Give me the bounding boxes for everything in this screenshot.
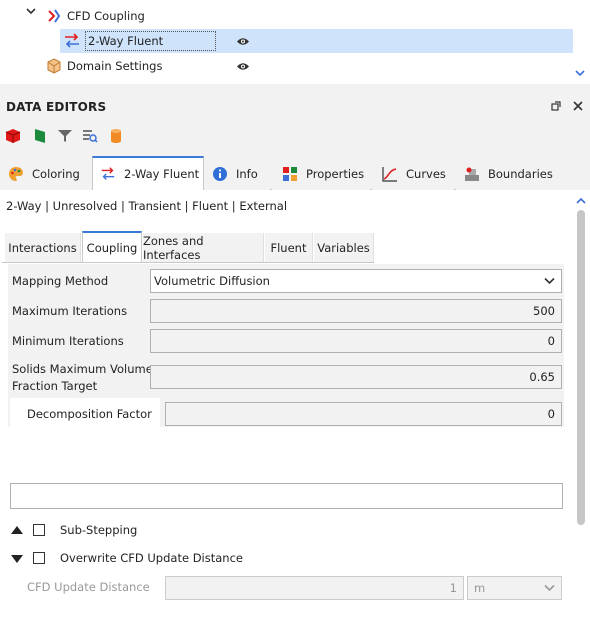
cfd-update-distance-unit-select[interactable]: m bbox=[467, 576, 562, 600]
max-iterations-value: 500 bbox=[533, 304, 555, 318]
curve-chart-icon bbox=[382, 167, 397, 182]
sub-stepping-label: Sub-Stepping bbox=[60, 523, 138, 537]
info-icon bbox=[213, 167, 227, 181]
unit-value: m bbox=[474, 581, 486, 595]
tab-curves[interactable]: Curves bbox=[372, 158, 454, 190]
subtab-zones-and-interfaces[interactable]: Zones and Interfaces bbox=[143, 233, 264, 262]
tab-label: Coloring bbox=[32, 167, 80, 181]
boundaries-icon bbox=[465, 167, 479, 181]
decomposition-factor-value: 0 bbox=[547, 407, 555, 421]
tab-coloring[interactable]: Coloring bbox=[0, 158, 92, 190]
subtab-label: Zones and Interfaces bbox=[143, 233, 204, 262]
subtab-divider bbox=[2, 262, 374, 263]
chevron-down-icon bbox=[544, 277, 555, 285]
scroll-down-icon[interactable] bbox=[575, 67, 585, 81]
min-iterations-value: 0 bbox=[547, 334, 555, 348]
chevron-down-icon[interactable] bbox=[26, 5, 36, 19]
close-icon[interactable] bbox=[573, 100, 583, 114]
subtab-label: Variables bbox=[317, 240, 370, 255]
solids-max-volume-label-line1: Solids Maximum Volume bbox=[12, 362, 153, 376]
tab-label: 2-Way Fluent bbox=[124, 167, 200, 181]
decomposition-factor-input[interactable]: 0 bbox=[165, 402, 562, 426]
panel-title: DATA EDITORS bbox=[6, 100, 107, 114]
cfd-update-distance-label: CFD Update Distance bbox=[27, 580, 150, 594]
search-list-icon[interactable] bbox=[82, 128, 98, 144]
solids-max-volume-label-line2: Fraction Target bbox=[12, 379, 98, 393]
tab-label: Properties bbox=[306, 167, 365, 181]
max-iterations-label: Maximum Iterations bbox=[12, 304, 128, 318]
min-iterations-label: Minimum Iterations bbox=[12, 334, 124, 348]
tab-label: Info bbox=[236, 167, 258, 181]
tree-item-label: CFD Coupling bbox=[67, 9, 145, 23]
overwrite-cfd-distance-label: Overwrite CFD Update Distance bbox=[60, 551, 243, 565]
subtab-label: Fluent bbox=[270, 240, 307, 255]
properties-grid-icon bbox=[283, 167, 297, 181]
decomposition-factor-label: Decomposition Factor bbox=[27, 407, 152, 421]
tree-item-label: 2-Way Fluent bbox=[85, 31, 217, 51]
tree-item-label: Domain Settings bbox=[67, 59, 163, 73]
tab-boundaries[interactable]: Boundaries bbox=[456, 158, 563, 190]
tab-2-way-fluent[interactable]: 2-Way Fluent bbox=[92, 156, 204, 190]
tab-info[interactable]: Info bbox=[204, 158, 270, 190]
domain-settings-icon bbox=[47, 58, 61, 74]
subtab-coupling[interactable]: Coupling bbox=[82, 231, 142, 262]
solids-max-volume-value: 0.65 bbox=[529, 370, 555, 384]
subtab-fluent[interactable]: Fluent bbox=[265, 233, 313, 262]
cfd-update-distance-input[interactable]: 1 bbox=[165, 576, 464, 600]
tree-item-domain-settings[interactable]: Domain Settings bbox=[46, 54, 162, 78]
subtab-variables[interactable]: Variables bbox=[314, 233, 374, 262]
tab-properties[interactable]: Properties bbox=[272, 158, 370, 190]
data-editors-header bbox=[0, 84, 590, 156]
object-tree: CFD Coupling 2-Way Fluent Domain Setting… bbox=[0, 0, 590, 84]
mapping-method-value: Volumetric Diffusion bbox=[154, 274, 270, 288]
max-iterations-input[interactable]: 500 bbox=[150, 299, 562, 323]
visibility-eye-icon[interactable] bbox=[236, 37, 250, 46]
min-iterations-input[interactable]: 0 bbox=[150, 329, 562, 353]
scroll-up-icon[interactable] bbox=[576, 194, 586, 208]
tab-label: Boundaries bbox=[488, 167, 553, 181]
solids-max-volume-input[interactable]: 0.65 bbox=[150, 365, 562, 389]
visibility-eye-icon[interactable] bbox=[236, 62, 250, 71]
tree-item-cfd-coupling[interactable]: CFD Coupling bbox=[46, 4, 145, 28]
mapping-method-label: Mapping Method bbox=[12, 274, 109, 288]
tab-label: Curves bbox=[406, 167, 446, 181]
sub-stepping-checkbox[interactable] bbox=[33, 524, 45, 536]
chevron-down-icon bbox=[544, 584, 555, 592]
collapse-down-icon[interactable] bbox=[11, 555, 23, 563]
coupling-summary: 2-Way | Unresolved | Transient | Fluent … bbox=[6, 199, 288, 213]
palette-icon bbox=[9, 167, 23, 181]
description-textbox[interactable] bbox=[10, 483, 563, 509]
scrollbar-thumb[interactable] bbox=[577, 210, 585, 525]
cylinder-icon[interactable] bbox=[108, 128, 124, 144]
coupling-arrows-icon bbox=[101, 167, 115, 180]
tree-item-2-way-fluent[interactable]: 2-Way Fluent bbox=[63, 29, 217, 53]
overwrite-cfd-distance-checkbox[interactable] bbox=[33, 552, 45, 564]
filter-icon[interactable] bbox=[57, 128, 73, 144]
subtab-interactions[interactable]: Interactions bbox=[5, 233, 81, 262]
mapping-method-select[interactable]: Volumetric Diffusion bbox=[150, 269, 562, 293]
green-flag-icon[interactable] bbox=[32, 128, 48, 144]
coupling-arrows-icon bbox=[65, 33, 79, 48]
undock-icon[interactable] bbox=[551, 100, 561, 114]
cfd-coupling-icon bbox=[48, 9, 61, 23]
expand-up-icon[interactable] bbox=[11, 526, 23, 534]
cfd-update-distance-value: 1 bbox=[449, 581, 457, 595]
subtab-label: Coupling bbox=[86, 240, 138, 255]
red-cube-icon[interactable] bbox=[5, 128, 21, 144]
subtab-label: Interactions bbox=[8, 240, 77, 255]
